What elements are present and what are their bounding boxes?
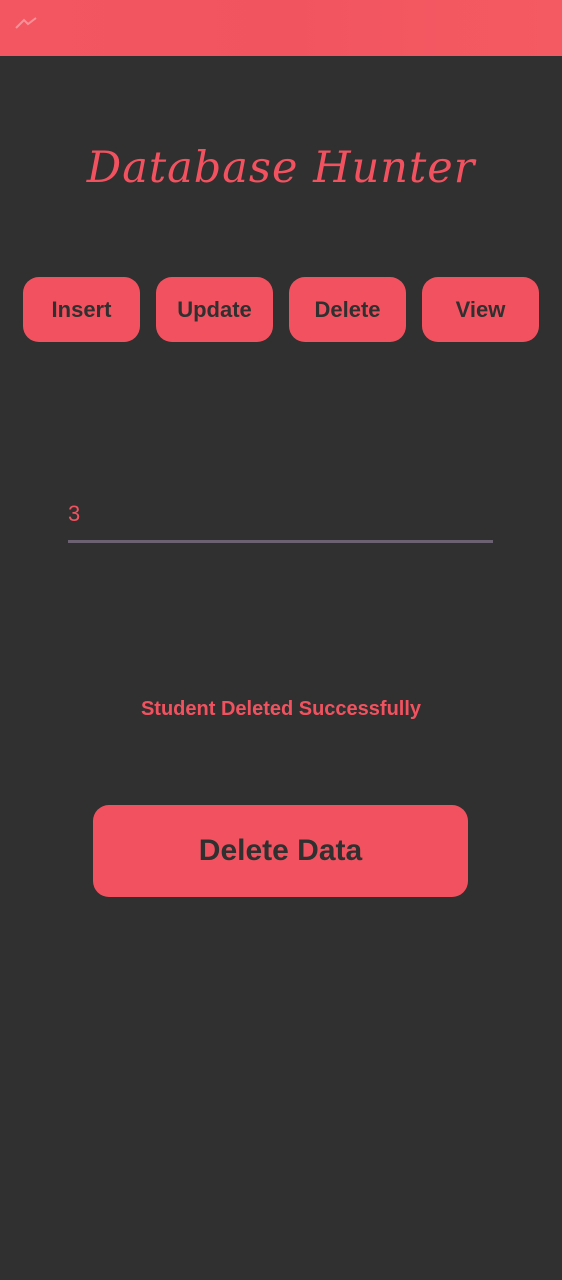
delete-button[interactable]: Delete: [289, 277, 406, 342]
view-button[interactable]: View: [422, 277, 539, 342]
student-id-input[interactable]: [68, 490, 493, 538]
update-button[interactable]: Update: [156, 277, 273, 342]
status-bar: [0, 0, 562, 56]
status-message: Student Deleted Successfully: [140, 698, 422, 720]
app-title: Database Hunter: [86, 143, 476, 193]
input-underline: [68, 540, 493, 543]
status-bar-mark-icon: [15, 17, 37, 29]
insert-button[interactable]: Insert: [23, 277, 140, 342]
delete-data-button[interactable]: Delete Data: [93, 805, 468, 897]
student-id-field: [68, 490, 493, 544]
